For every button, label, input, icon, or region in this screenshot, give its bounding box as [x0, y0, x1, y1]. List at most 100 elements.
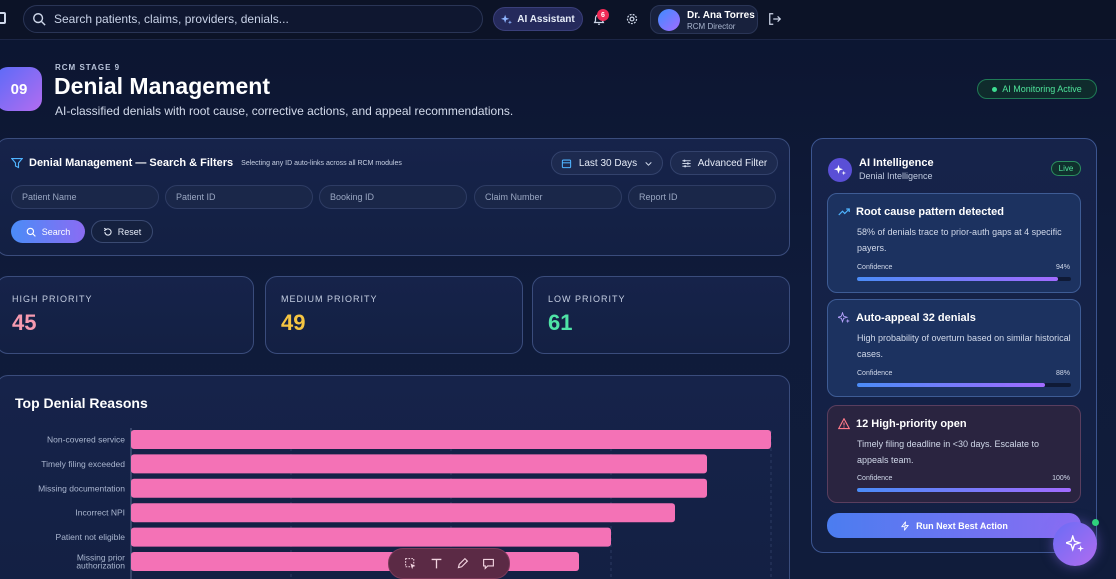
sparkles-icon — [501, 14, 513, 24]
advanced-filter-button[interactable]: Advanced Filter — [670, 151, 778, 175]
alert-icon — [838, 418, 850, 430]
low-priority-card: LOW PRIORITY 61 — [532, 276, 790, 354]
ai-chat-fab[interactable] — [1053, 522, 1097, 566]
category-label: Missing prior authorization — [76, 553, 125, 571]
stage-label: RCM STAGE 9 — [55, 63, 121, 72]
user-menu[interactable]: Dr. Ana Torres RCM Director — [650, 5, 758, 34]
chart-bar[interactable] — [131, 552, 579, 571]
chart-bar[interactable] — [131, 527, 611, 547]
confidence-bar — [857, 488, 1071, 492]
insight-body: High probability of overturn based on si… — [857, 333, 1071, 359]
text-icon[interactable] — [430, 557, 443, 570]
confidence-value: 88% — [1055, 370, 1070, 377]
run-next-best-action-label: Run Next Best Action — [916, 520, 1008, 531]
booking-id-field[interactable]: Booking ID — [319, 185, 467, 209]
filters-hint: Selecting any ID auto-links across all R… — [241, 159, 402, 167]
confidence-fill — [857, 488, 1071, 492]
category-label: Timely filing exceeded — [41, 459, 125, 469]
chart-bar[interactable] — [131, 503, 675, 523]
confidence-fill — [857, 277, 1059, 281]
reset-button[interactable]: Reset — [91, 220, 153, 243]
insight-header: Root cause pattern detected — [838, 206, 1004, 218]
confidence-bar — [857, 277, 1071, 281]
claim-number-field[interactable]: Claim Number — [474, 185, 622, 209]
page-subtitle: AI-classified denials with root cause, c… — [55, 104, 514, 118]
zap-icon — [901, 520, 910, 531]
chart-bar[interactable] — [131, 454, 707, 474]
confidence-value: 100% — [1052, 475, 1070, 482]
run-next-best-action-button[interactable]: Run Next Best Action — [827, 513, 1081, 538]
ai-panel-title: AI Intelligence — [859, 157, 934, 169]
filter-icon — [11, 157, 23, 169]
user-name: Dr. Ana Torres — [687, 10, 755, 21]
medium-priority-label: MEDIUM PRIORITY — [281, 294, 378, 304]
select-icon[interactable] — [404, 557, 417, 570]
insight-card[interactable]: 12 High-priority open Timely filing dead… — [827, 405, 1081, 503]
sliders-icon — [682, 159, 691, 167]
ai-avatar — [828, 158, 852, 182]
gear-icon[interactable] — [625, 12, 639, 26]
insight-title: 12 High-priority open — [856, 418, 967, 430]
insight-body: 58% of denials trace to prior-auth gaps … — [857, 227, 1062, 253]
stage-badge: 09 — [0, 67, 42, 111]
confidence-fill — [857, 383, 1046, 387]
chart-bar[interactable] — [131, 478, 707, 498]
filters-header: Denial Management — Search & Filters Sel… — [11, 157, 402, 169]
ai-intelligence-panel: AI Intelligence Denial Intelligence Live… — [811, 138, 1097, 553]
ai-assistant-button[interactable]: AI Assistant — [493, 7, 583, 31]
filters-panel: Denial Management — Search & Filters Sel… — [0, 138, 790, 256]
top-bar: Search patients, claims, providers, deni… — [0, 0, 1116, 40]
filters-title: Denial Management — Search & Filters — [29, 157, 234, 169]
high-priority-value: 45 — [12, 310, 37, 335]
sparkles-icon — [1066, 535, 1084, 552]
sparkles-icon — [834, 164, 846, 176]
comment-icon[interactable] — [482, 557, 495, 570]
search-icon — [26, 227, 36, 237]
trend-icon — [838, 208, 850, 216]
denial-reasons-chart-card: Top Denial Reasons Non-covered service Ti… — [0, 375, 790, 579]
sparkles-icon — [838, 312, 850, 324]
pen-icon[interactable] — [456, 557, 469, 570]
patient-name-field[interactable]: Patient Name — [11, 185, 159, 209]
live-badge: Live — [1051, 161, 1081, 176]
logout-icon[interactable] — [768, 12, 782, 26]
search-button-label: Search — [41, 226, 71, 237]
sidebar-toggle-icon[interactable] — [0, 12, 6, 24]
ai-monitoring-label: AI Monitoring Active — [1002, 84, 1082, 94]
date-range-label: Last 30 Days — [578, 157, 638, 169]
annotation-toolbar — [388, 548, 510, 579]
date-range-select[interactable]: Last 30 Days — [551, 151, 663, 175]
high-priority-card: HIGH PRIORITY 45 — [0, 276, 254, 354]
insight-title: Root cause pattern detected — [856, 206, 1004, 218]
insight-header: 12 High-priority open — [838, 418, 967, 430]
medium-priority-card: MEDIUM PRIORITY 49 — [265, 276, 523, 354]
category-label: Patient not eligible — [56, 532, 126, 542]
global-search-input[interactable]: Search patients, claims, providers, deni… — [23, 5, 483, 33]
insight-header: Auto-appeal 32 denials — [838, 312, 976, 324]
search-placeholder: Search patients, claims, providers, deni… — [54, 12, 289, 26]
report-id-field[interactable]: Report ID — [628, 185, 776, 209]
confidence-label: Confidence — [857, 475, 893, 482]
calendar-icon — [561, 159, 571, 168]
search-button[interactable]: Search — [11, 220, 85, 243]
status-dot-icon — [992, 86, 998, 92]
avatar — [658, 9, 680, 31]
insight-card[interactable]: Root cause pattern detected 58% of denia… — [827, 193, 1081, 293]
chevron-down-icon — [645, 161, 652, 166]
low-priority-label: LOW PRIORITY — [548, 294, 626, 304]
user-role: RCM Director — [687, 22, 736, 31]
online-indicator — [1092, 519, 1099, 526]
ai-monitoring-badge: AI Monitoring Active — [977, 79, 1097, 99]
confidence-label: Confidence — [857, 370, 893, 377]
category-label: Missing documentation — [38, 483, 125, 493]
chart-bar[interactable] — [131, 430, 771, 449]
low-priority-value: 61 — [548, 310, 573, 335]
advanced-filter-label: Advanced Filter — [697, 157, 768, 169]
insight-card[interactable]: Auto-appeal 32 denials High probability … — [827, 299, 1081, 397]
category-label: Incorrect NPI — [75, 508, 125, 518]
notification-badge: 6 — [597, 9, 609, 21]
patient-id-field[interactable]: Patient ID — [165, 185, 313, 209]
ai-panel-subtitle: Denial Intelligence — [859, 171, 933, 181]
high-priority-label: HIGH PRIORITY — [12, 294, 93, 304]
insight-title: Auto-appeal 32 denials — [856, 312, 976, 324]
